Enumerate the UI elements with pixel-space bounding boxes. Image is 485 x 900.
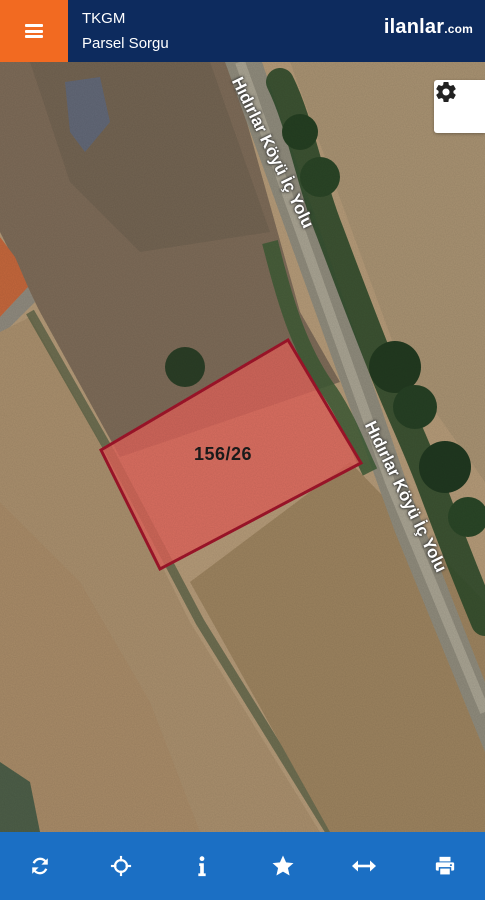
locate-icon	[111, 855, 132, 877]
brand-name: ilanlar	[383, 16, 445, 38]
hamburger-icon	[25, 24, 43, 38]
app-subtitle: Parsel Sorgu	[82, 35, 169, 52]
star-icon	[272, 855, 294, 876]
info-icon	[198, 856, 206, 877]
print-button[interactable]	[415, 836, 475, 896]
app-title: TKGM	[82, 10, 126, 27]
favorite-button[interactable]	[253, 836, 313, 896]
gear-icon	[436, 82, 456, 102]
locate-button[interactable]	[91, 836, 151, 896]
measure-button[interactable]	[334, 836, 394, 896]
satellite-map[interactable]: Hıdırlar Köyü İç Yolu Hıdırlar Köyü İç Y…	[0, 62, 485, 832]
refresh-button[interactable]	[10, 836, 70, 896]
bottom-toolbar	[0, 832, 485, 900]
brand-suffix: .com	[444, 22, 473, 36]
info-button[interactable]	[172, 836, 232, 896]
header-titles: TKGM Parsel Sorgu	[82, 10, 169, 53]
menu-button[interactable]	[0, 0, 68, 62]
app-header: TKGM Parsel Sorgu ilanlar.com	[0, 0, 485, 62]
measure-icon	[351, 860, 376, 872]
brand-logo[interactable]: ilanlar.com	[384, 16, 473, 39]
parcel-number-label: 156/26	[194, 444, 253, 464]
refresh-icon	[32, 857, 49, 875]
print-icon	[435, 856, 454, 876]
settings-button[interactable]	[434, 80, 485, 133]
